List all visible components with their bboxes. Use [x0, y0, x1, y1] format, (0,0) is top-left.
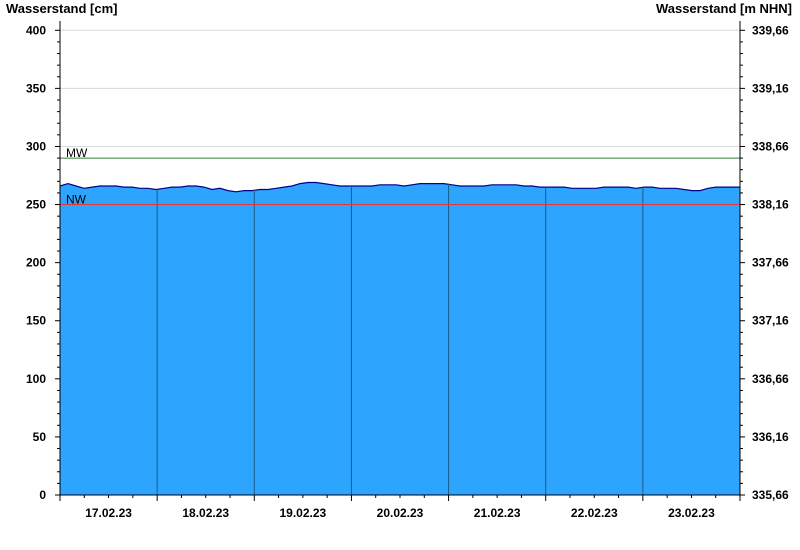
y-tick-label-right: 339,16 — [752, 81, 789, 95]
y-tick-label-right: 337,16 — [752, 314, 789, 328]
y-tick-label-right: 339,66 — [752, 23, 789, 37]
y-tick-label-left: 150 — [26, 314, 46, 328]
water-level-chart: MW NW 0 50 100 150 200 250 300 350 400 335,66 336,… — [26, 21, 789, 520]
y-tick-label-left: 300 — [26, 139, 46, 153]
y-tick-label-left: 100 — [26, 372, 46, 386]
reference-label-nw: NW — [66, 193, 87, 207]
y-tick-label-left: 0 — [39, 488, 46, 502]
area-layer — [59, 181, 740, 495]
x-ticks: 17.02.23 18.02.23 19.02.23 20.02.23 21.02.23… — [59, 495, 741, 520]
y-tick-label-right: 338,66 — [752, 139, 789, 153]
x-tick-label: 23.02.23 — [668, 506, 715, 520]
y-tick-label-right: 336,66 — [752, 372, 789, 386]
x-tick-label: 22.02.23 — [571, 506, 618, 520]
y-tick-label-right: 335,66 — [752, 488, 789, 502]
right-y-ticks: 335,66 336,16 336,66 337,16 337,66 338,16 338,… — [740, 23, 789, 502]
x-tick-label: 19.02.23 — [279, 506, 326, 520]
x-tick-label: 18.02.23 — [182, 506, 229, 520]
y-tick-label-left: 50 — [33, 430, 47, 444]
water-level-area — [60, 182, 740, 495]
reference-label-mw: MW — [66, 146, 88, 160]
x-tick-label: 17.02.23 — [85, 506, 132, 520]
y-tick-label-left: 350 — [26, 81, 46, 95]
y-tick-label-left: 400 — [26, 23, 46, 37]
x-tick-label: 21.02.23 — [474, 506, 521, 520]
y-tick-label-left: 200 — [26, 256, 46, 270]
y-tick-label-right: 336,16 — [752, 430, 789, 444]
left-y-ticks: 0 50 100 150 200 250 300 350 400 — [26, 23, 60, 502]
y-tick-label-right: 338,16 — [752, 198, 789, 212]
x-tick-label: 20.02.23 — [377, 506, 424, 520]
y-tick-label-left: 250 — [26, 198, 46, 212]
y-tick-label-right: 337,66 — [752, 256, 789, 270]
